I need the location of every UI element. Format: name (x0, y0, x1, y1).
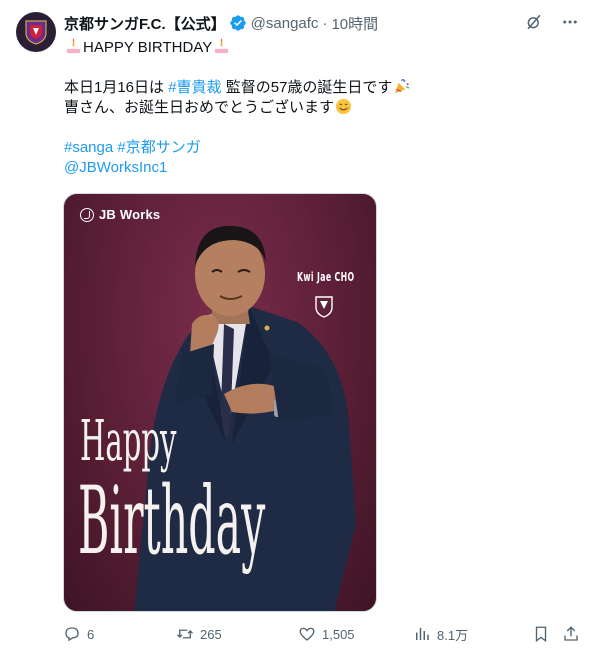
text-line-2: 本日1月16日は #曺貴裁 監督の57歳の誕生日です (64, 78, 584, 98)
handle[interactable]: @sangafc (251, 15, 319, 32)
views-button[interactable]: 8.1万 (413, 622, 468, 646)
avatar[interactable] (16, 12, 56, 52)
text-line-1: HAPPY BIRTHDAY (64, 38, 584, 58)
reply-icon (65, 627, 79, 642)
display-name[interactable]: 京都サンガF.C.【公式】 (64, 13, 226, 34)
hashtag-link[interactable]: #曺貴裁 (168, 79, 221, 96)
grok-icon[interactable] (523, 11, 545, 33)
more-icon[interactable] (559, 11, 581, 33)
action-bar: 6 265 1,505 8.1万 (63, 622, 583, 646)
views-icon (416, 628, 429, 640)
tweet: 京都サンガF.C.【公式】 @sangafc · 10時間 HAPPY BIRT… (0, 0, 595, 652)
timestamp[interactable]: 10時間 (331, 13, 378, 34)
hashtag-kyoto-sanga[interactable]: #京都サンガ (117, 139, 200, 156)
club-crest-icon (315, 296, 333, 318)
cake-icon (215, 38, 229, 54)
share-icon (564, 626, 578, 641)
mention-link[interactable]: @JBWorksInc1 (64, 159, 167, 176)
verified-badge-icon (229, 15, 246, 31)
club-crest-icon (25, 20, 47, 45)
text-segment: 監督の57歳の誕生日です (221, 79, 393, 96)
text-segment: 曺さん、お誕生日おめでとうございます (64, 99, 335, 116)
text-line-3: 曺さん、お誕生日おめでとうございます (64, 98, 584, 118)
party-popper-icon (395, 79, 410, 94)
smiling-face-icon (335, 98, 352, 115)
repost-icon (177, 629, 193, 639)
like-count: 1,505 (322, 626, 355, 642)
repost-count: 265 (200, 626, 222, 642)
tweet-image[interactable]: JB Works Kwi Jae CHO Happy Birthday (63, 193, 377, 612)
jb-logo-icon (80, 207, 94, 222)
tweet-header: 京都サンガF.C.【公式】 @sangafc · 10時間 (64, 13, 378, 33)
hashtag-sanga[interactable]: #sanga (64, 139, 113, 156)
views-count: 8.1万 (437, 627, 469, 643)
coach-name-label: Kwi Jae CHO (297, 270, 355, 284)
repost-button[interactable]: 265 (176, 622, 222, 646)
bookmark-button[interactable] (532, 622, 556, 646)
birthday-text: Birthday (78, 467, 266, 576)
top-actions (523, 11, 581, 33)
logo-text: JB Works (99, 207, 161, 222)
reply-count: 6 (87, 626, 95, 642)
like-button[interactable]: 1,505 (298, 622, 355, 646)
jb-works-logo: JB Works (80, 207, 160, 222)
birthday-heading: HAPPY BIRTHDAY (83, 39, 213, 56)
like-icon (299, 627, 315, 641)
reply-button[interactable]: 6 (63, 622, 94, 646)
text-line-hashtags: #sanga #京都サンガ (64, 138, 584, 158)
text-line-mention: @JBWorksInc1 (64, 158, 584, 178)
text-segment: 本日1月16日は (64, 79, 169, 96)
share-button[interactable] (562, 622, 586, 646)
bookmark-icon (535, 626, 547, 643)
cake-icon (66, 38, 81, 54)
happy-text: Happy (80, 409, 177, 474)
tweet-text: HAPPY BIRTHDAY 本日1月16日は #曺貴裁 監督の57歳の誕生日で… (64, 38, 584, 178)
separator-dot: · (322, 14, 328, 32)
